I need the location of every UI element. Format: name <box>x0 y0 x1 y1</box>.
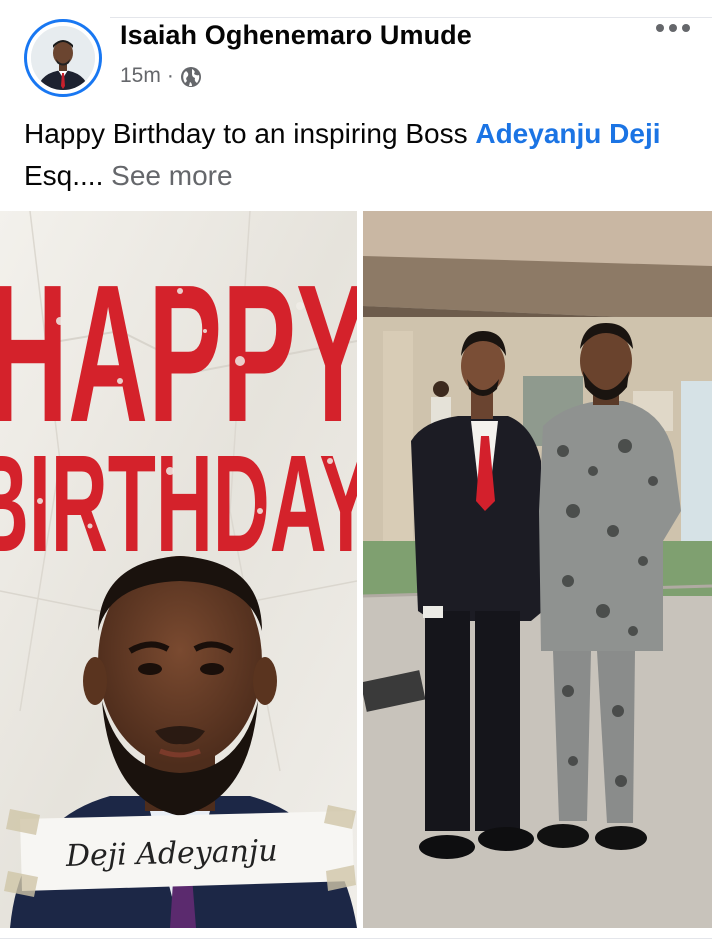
post-caption: Happy Birthday to an inspiring Boss Adey… <box>24 113 694 197</box>
tagged-user-link[interactable]: Adeyanju Deji <box>475 118 660 149</box>
birthday-poster-image[interactable]: HAPPY BIRTHDAY Deji Adeyanju <box>0 211 357 928</box>
author-name[interactable]: Isaiah Oghenemaro Umude <box>120 20 472 51</box>
globe-icon <box>180 66 202 88</box>
post-meta: 15m · <box>120 64 202 88</box>
meta-separator: · <box>166 64 174 87</box>
bottom-divider <box>0 938 712 939</box>
top-divider <box>110 17 712 18</box>
author-avatar[interactable] <box>24 19 102 97</box>
see-more-link[interactable]: See more <box>111 160 232 191</box>
post-time[interactable]: 15m <box>120 64 161 88</box>
avatar-photo <box>31 26 95 90</box>
two-men-photo[interactable] <box>363 211 712 928</box>
poster-signature: Deji Adeyanju <box>65 833 278 874</box>
caption-text-suffix: Esq.... <box>24 160 112 191</box>
more-options-icon[interactable] <box>656 24 690 32</box>
caption-text: Happy Birthday to an inspiring Boss <box>24 118 476 149</box>
